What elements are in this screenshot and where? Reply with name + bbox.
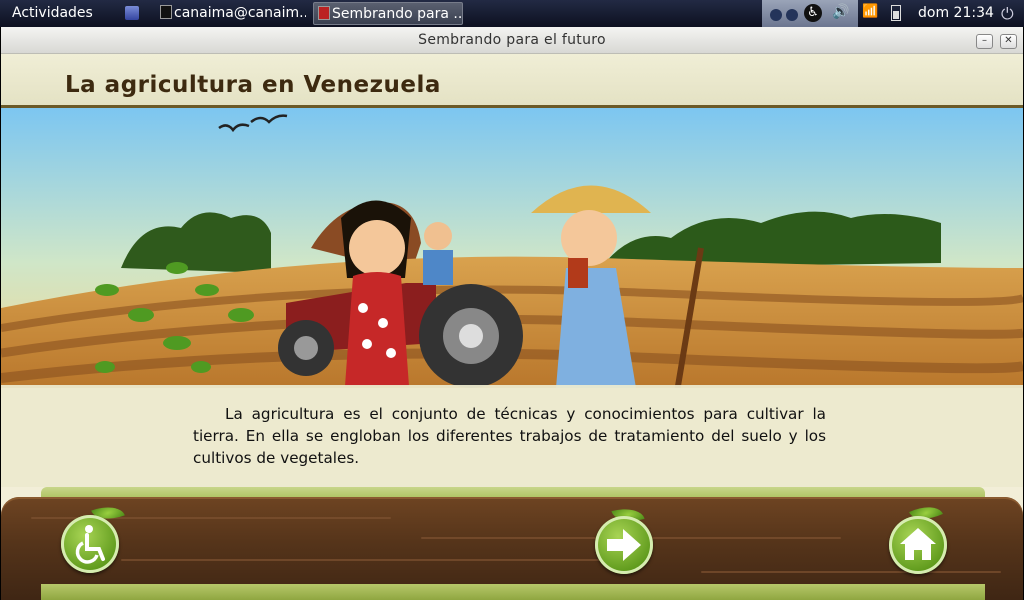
power-icon[interactable]: ⏻ xyxy=(1001,4,1014,24)
tray-dot xyxy=(786,9,798,21)
volume-icon[interactable]: 🔊 xyxy=(832,4,849,20)
workspace-icon[interactable] xyxy=(125,6,139,20)
app-window: Sembrando para el futuro – ✕ La agricult… xyxy=(1,27,1023,600)
accessibility-button[interactable] xyxy=(61,515,119,573)
window-title: Sembrando para el futuro xyxy=(418,32,606,48)
system-top-bar: Actividades canaima@canaim... Sembrando … xyxy=(0,0,1024,27)
close-button[interactable]: ✕ xyxy=(1000,34,1017,49)
description-panel: La agricultura es el conjunto de técnica… xyxy=(1,385,1023,487)
wood-grain xyxy=(701,571,1001,573)
home-button[interactable] xyxy=(889,516,947,574)
taskbar-item-sembrando[interactable]: Sembrando para ... xyxy=(313,2,463,25)
minimize-button[interactable]: – xyxy=(976,34,993,49)
description-text: La agricultura es el conjunto de técnica… xyxy=(193,405,826,467)
arrow-right-icon xyxy=(607,529,641,561)
page-title: La agricultura en Venezuela xyxy=(65,72,441,98)
home-icon xyxy=(900,528,936,560)
status-tray: ♿ 🔊 xyxy=(762,0,858,27)
green-band-bottom xyxy=(41,584,985,600)
window-titlebar: Sembrando para el futuro – ✕ xyxy=(1,27,1023,54)
tray-dot xyxy=(770,9,782,21)
battery-icon[interactable] xyxy=(891,5,901,21)
next-button[interactable] xyxy=(595,516,653,574)
activities-button[interactable]: Actividades xyxy=(12,5,93,21)
wheelchair-icon xyxy=(75,525,105,564)
taskbar-item-terminal[interactable]: canaima@canaim... xyxy=(156,2,306,25)
accessibility-icon[interactable]: ♿ xyxy=(804,4,822,22)
terminal-icon xyxy=(160,5,172,19)
clock[interactable]: dom 21:34 xyxy=(918,5,994,21)
app-icon xyxy=(318,6,330,20)
wifi-icon[interactable]: 📶 xyxy=(862,4,878,19)
farm-illustration xyxy=(1,108,1023,388)
page-header: La agricultura en Venezuela xyxy=(1,54,1023,108)
wood-grain xyxy=(121,559,641,561)
